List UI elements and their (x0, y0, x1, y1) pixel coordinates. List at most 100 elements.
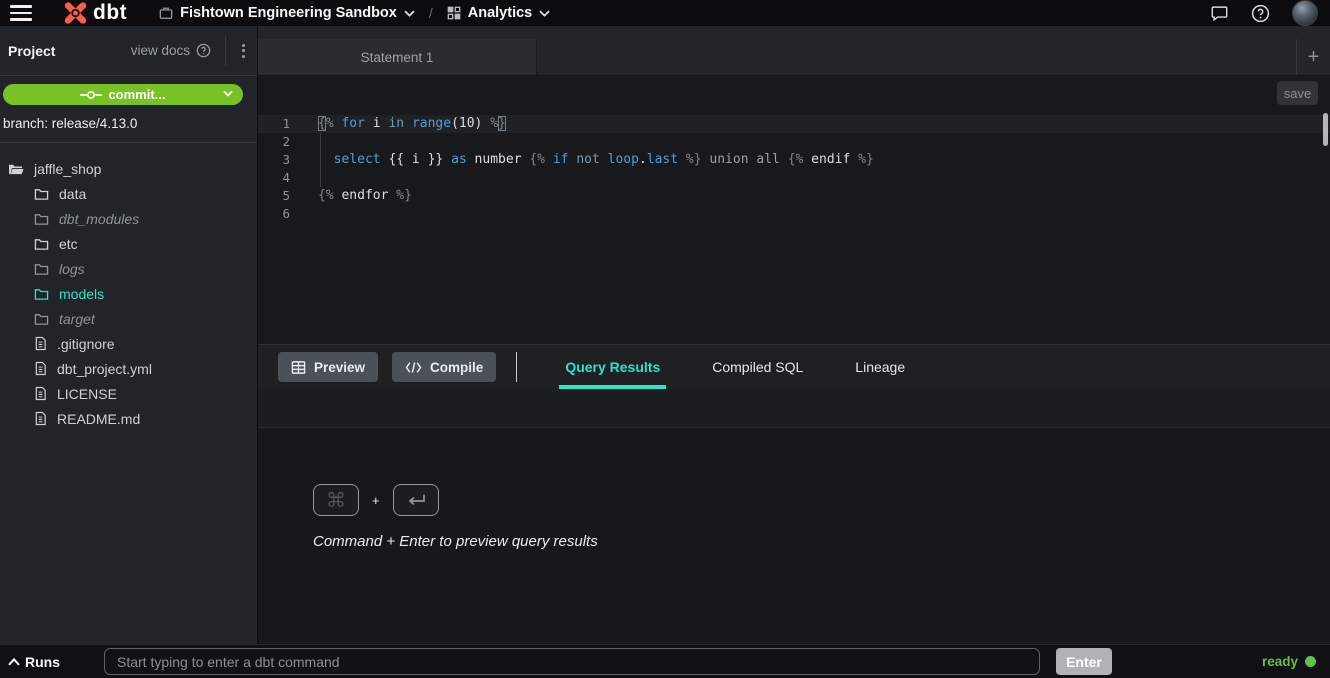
line-number: 1 (258, 115, 304, 133)
dbt-logo-text: dbt (93, 1, 127, 25)
branch-label: branch: release/4.13.0 (3, 116, 249, 131)
dbt-logo[interactable]: dbt (62, 0, 127, 26)
briefcase-icon (159, 6, 173, 20)
status-label: ready (1262, 654, 1298, 669)
tree-item-label: target (59, 311, 95, 327)
editor-tab-statement-1[interactable]: Statement 1 (258, 39, 537, 75)
enter-keycap (393, 484, 439, 516)
project-name: Analytics (468, 5, 532, 21)
command-bar: Runs Enter ready (0, 644, 1330, 678)
editor-tab-bar: Statement 1 + (258, 26, 1330, 76)
help-circle-icon (196, 43, 211, 58)
results-tabs: Query Results Compiled SQL Lineage (559, 345, 911, 389)
file-icon (34, 411, 47, 426)
account-name: Fishtown Engineering Sandbox (180, 5, 397, 21)
folder-icon (34, 287, 49, 301)
file-tree: jaffle_shopdata dbt_modulesetc logs models t… (0, 143, 257, 431)
tree-item-target[interactable]: target (0, 306, 257, 331)
folder-icon (34, 237, 49, 251)
commit-button[interactable]: commit... (3, 84, 243, 105)
breadcrumb-separator: / (429, 5, 433, 21)
kebab-menu-icon[interactable] (236, 40, 251, 62)
chevron-up-icon (8, 658, 20, 666)
sidebar-title: Project (8, 43, 55, 59)
table-icon (291, 360, 306, 375)
tree-item-label: dbt_project.yml (57, 361, 152, 377)
preview-button[interactable]: Preview (278, 352, 378, 382)
tree-item-label: .gitignore (57, 336, 115, 352)
code-content: {% for i in range(10) %} select {{ i }} … (304, 110, 1330, 344)
header-divider (225, 36, 226, 66)
runs-toggle[interactable]: Runs (8, 654, 104, 670)
folder-icon (34, 187, 49, 201)
sidebar-header: Project view docs (0, 26, 257, 76)
help-icon[interactable] (1251, 4, 1270, 23)
tree-item-label: jaffle_shop (34, 161, 101, 177)
tab-compiled-sql[interactable]: Compiled SQL (706, 345, 809, 389)
code-line-6 (304, 205, 1330, 223)
line-number: 3 (258, 151, 304, 169)
tab-lineage[interactable]: Lineage (849, 345, 911, 389)
tree-item-label: logs (59, 261, 85, 277)
tree-item-label: data (59, 186, 86, 202)
new-tab-button[interactable]: + (1296, 39, 1330, 75)
tree-item-jaffle-shop[interactable]: jaffle_shop (0, 156, 257, 181)
tree-item-models[interactable]: models (0, 281, 257, 306)
tree-item-data[interactable]: data (0, 181, 257, 206)
dbt-logo-icon (62, 0, 89, 26)
folder-icon (34, 312, 49, 326)
folder-icon (34, 262, 49, 276)
folder-icon (34, 212, 49, 226)
results-toolbar: Preview Compile Query Results Compiled SQ… (258, 345, 1330, 389)
tab-query-results[interactable]: Query Results (559, 345, 666, 389)
tree-item-dbt-modules[interactable]: dbt_modules (0, 206, 257, 231)
code-icon (405, 361, 422, 374)
grid-icon (447, 6, 461, 20)
tree-item-label: etc (59, 236, 78, 252)
return-key-icon (404, 492, 428, 508)
results-empty-state: ⌘ + Command + Enter to preview query res… (258, 428, 1330, 644)
results-panel: Preview Compile Query Results Compiled SQ… (258, 344, 1330, 644)
main-pane: Statement 1 + save 123456 {% for i in ra… (258, 26, 1330, 644)
tree-item-label: LICENSE (57, 386, 117, 402)
tree-item-gitignore[interactable]: .gitignore (0, 331, 257, 356)
code-line-5: {% endfor %} (304, 187, 1330, 205)
line-number: 6 (258, 205, 304, 223)
chevron-down-icon (539, 10, 550, 17)
toolbar-divider (516, 352, 517, 382)
code-line-4 (304, 169, 1330, 187)
project-selector[interactable]: Analytics (447, 5, 550, 21)
view-docs-link[interactable]: view docs (131, 43, 211, 58)
line-number: 4 (258, 169, 304, 187)
code-line-3: select {{ i }} as number {% if not loop.… (304, 151, 1330, 169)
tree-item-label: dbt_modules (59, 211, 139, 227)
code-line-1: {% for i in range(10) %} (304, 115, 1330, 133)
avatar[interactable] (1292, 0, 1318, 26)
tree-item-logs[interactable]: logs (0, 256, 257, 281)
tree-item-label: README.md (57, 411, 140, 427)
indent-guide (320, 133, 321, 187)
feedback-chat-icon[interactable] (1210, 4, 1229, 22)
dbt-command-input[interactable] (104, 648, 1040, 675)
editor-scrollbar[interactable] (1323, 113, 1328, 146)
top-bar: dbt Fishtown Engineering Sandbox / Analy… (0, 0, 1330, 26)
tree-item-etc[interactable]: etc (0, 231, 257, 256)
results-subheader (258, 389, 1330, 428)
tree-item-license[interactable]: LICENSE (0, 381, 257, 406)
tree-item-dbt-project-yml[interactable]: dbt_project.yml (0, 356, 257, 381)
account-selector[interactable]: Fishtown Engineering Sandbox (159, 5, 415, 21)
line-number-gutter: 123456 (258, 110, 304, 344)
hamburger-menu-icon[interactable] (10, 5, 32, 21)
code-editor[interactable]: 123456 {% for i in range(10) %} select {… (258, 110, 1330, 344)
compile-button[interactable]: Compile (392, 352, 496, 382)
status-dot-icon (1305, 656, 1316, 667)
save-button[interactable]: save (1277, 81, 1318, 105)
plus-separator: + (372, 493, 380, 508)
tree-item-readme-md[interactable]: README.md (0, 406, 257, 431)
enter-button[interactable]: Enter (1056, 648, 1112, 675)
tree-item-label: models (59, 286, 104, 302)
file-icon (34, 361, 47, 376)
git-commit-icon (80, 90, 102, 100)
folder-open-icon (8, 162, 24, 176)
editor-toolbar: save (258, 76, 1330, 110)
